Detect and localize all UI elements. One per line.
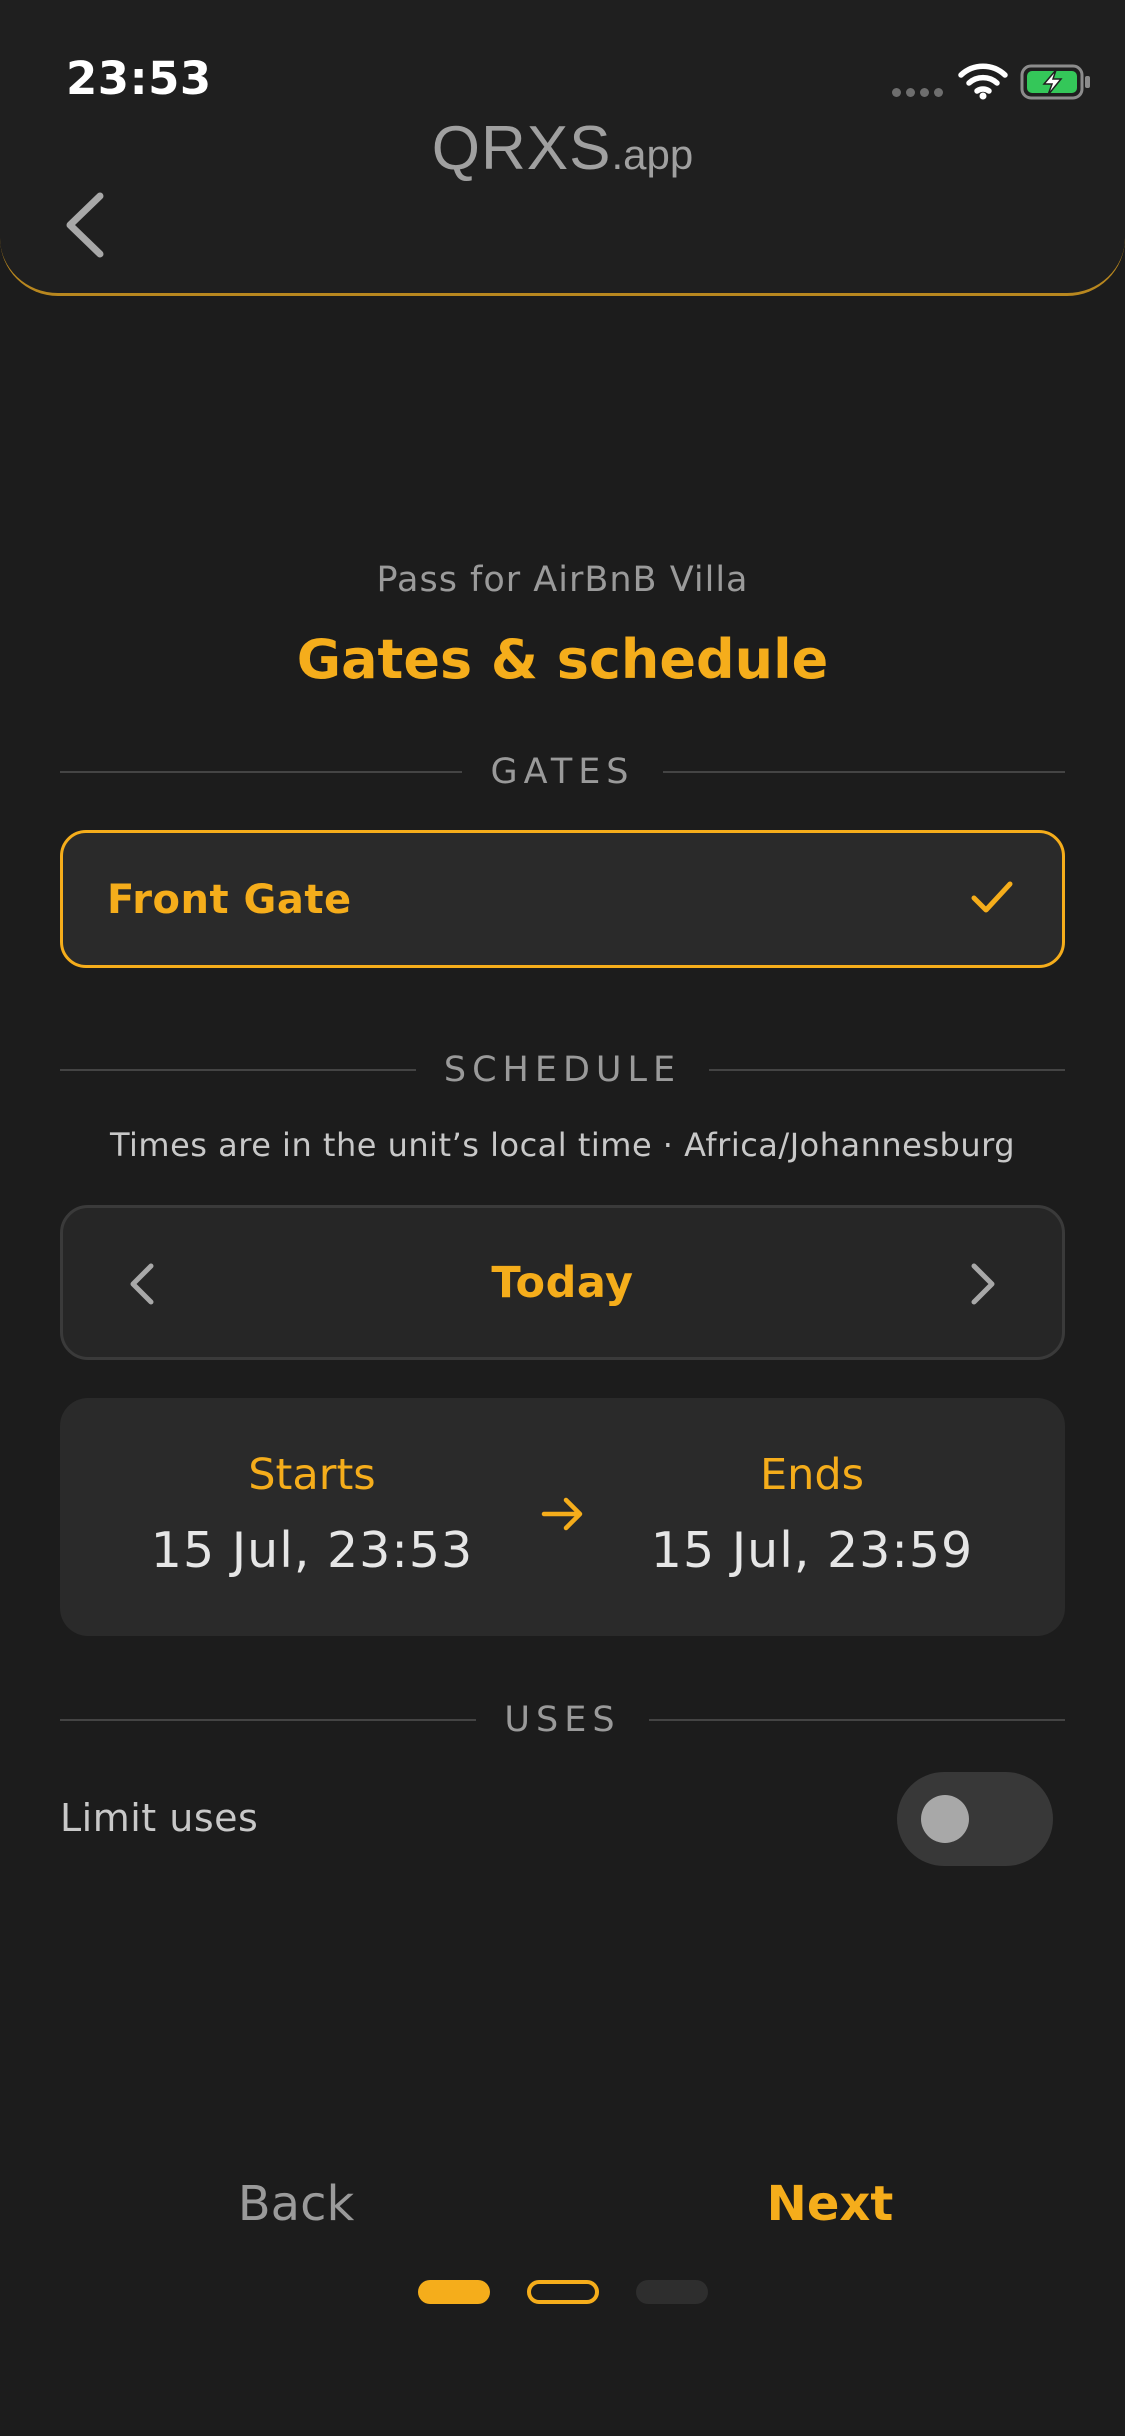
back-button[interactable]: Back bbox=[146, 2176, 446, 2232]
brand-suffix: .app bbox=[611, 131, 694, 178]
divider-line bbox=[60, 1069, 416, 1071]
uses-section-header: USES bbox=[60, 1700, 1066, 1740]
step-dot-completed bbox=[418, 2280, 490, 2304]
end-time-block[interactable]: Ends 15 Jul, 23:59 bbox=[612, 1450, 1012, 1579]
chevron-left-icon[interactable] bbox=[58, 190, 114, 260]
divider-line bbox=[709, 1069, 1065, 1071]
gate-name: Front Gate bbox=[107, 877, 352, 923]
toggle-knob bbox=[921, 1795, 969, 1843]
divider-line bbox=[648, 1719, 1066, 1721]
time-range-card: Starts 15 Jul, 23:53 Ends 15 Jul, 23:59 bbox=[60, 1398, 1065, 1636]
app-logo: QRXS.app bbox=[0, 118, 1125, 180]
wifi-icon bbox=[958, 63, 1008, 100]
divider-line bbox=[662, 771, 1065, 773]
limit-uses-label: Limit uses bbox=[60, 1796, 259, 1840]
check-icon bbox=[971, 881, 1013, 913]
starts-value: 15 Jul, 23:53 bbox=[150, 1522, 474, 1579]
gates-section-header: GATES bbox=[60, 752, 1065, 792]
ends-value: 15 Jul, 23:59 bbox=[650, 1522, 974, 1579]
status-time: 23:53 bbox=[66, 52, 212, 105]
divider-line bbox=[60, 1719, 477, 1721]
app-header: 23:53 QRXS.app bbox=[0, 0, 1125, 296]
gates-section-label: GATES bbox=[490, 752, 635, 792]
battery-charging-icon bbox=[1020, 64, 1090, 100]
day-label: Today bbox=[491, 1258, 634, 1308]
step-dot-current bbox=[527, 2280, 599, 2304]
step-indicator bbox=[418, 2280, 708, 2304]
uses-section-label: USES bbox=[504, 1700, 621, 1740]
brand-name: QRXS bbox=[431, 114, 612, 183]
divider-line bbox=[60, 771, 463, 773]
day-selector: Today bbox=[60, 1205, 1065, 1360]
page-title: Gates & schedule bbox=[296, 628, 829, 691]
start-time-block[interactable]: Starts 15 Jul, 23:53 bbox=[112, 1450, 512, 1579]
starts-label: Starts bbox=[248, 1450, 376, 1500]
timezone-note: Times are in the unit’s local time · Afr… bbox=[109, 1126, 1016, 1164]
pass-subtitle: Pass for AirBnB Villa bbox=[376, 560, 749, 600]
arrow-right-icon bbox=[541, 1497, 583, 1531]
gate-option-front-gate[interactable]: Front Gate bbox=[60, 830, 1065, 968]
cellular-signal-icon bbox=[892, 88, 943, 97]
ends-label: Ends bbox=[759, 1450, 865, 1500]
step-dot-upcoming bbox=[636, 2280, 708, 2304]
schedule-section-header: SCHEDULE bbox=[60, 1050, 1065, 1090]
schedule-section-label: SCHEDULE bbox=[443, 1050, 682, 1090]
limit-uses-toggle[interactable] bbox=[897, 1772, 1053, 1866]
next-button[interactable]: Next bbox=[680, 2176, 980, 2232]
chevron-right-icon[interactable] bbox=[952, 1254, 1012, 1314]
